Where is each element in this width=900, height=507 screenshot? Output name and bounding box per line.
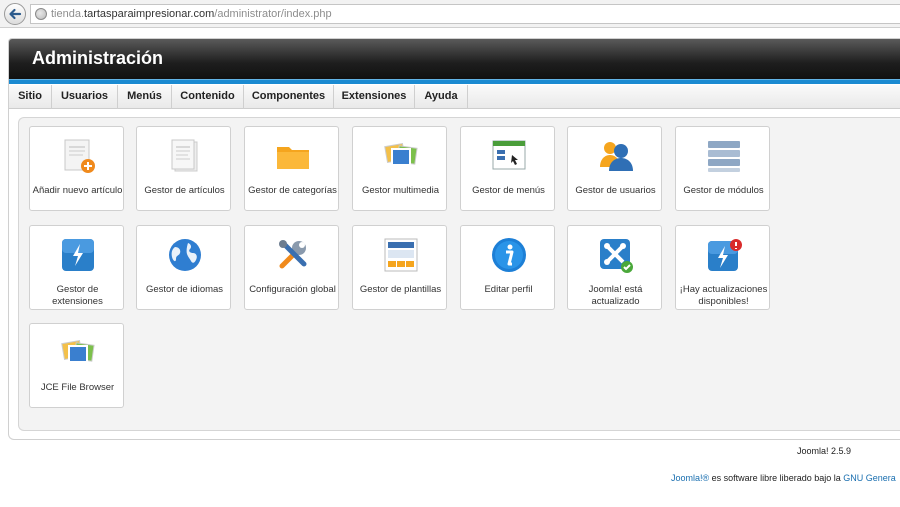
- extensions-icon: [62, 239, 94, 271]
- tile-label: JCE File Browser: [40, 382, 115, 393]
- quickicons-panel: Añadir nuevo artículo Gestor de artículo…: [18, 117, 900, 431]
- tile-language-manager[interactable]: Gestor de idiomas: [136, 225, 231, 310]
- tile-edit-profile[interactable]: Editar perfil: [460, 225, 555, 310]
- tile-media-manager[interactable]: Gestor multimedia: [352, 126, 447, 211]
- address-bar[interactable]: tienda.tartasparaimpresionar.com/adminis…: [30, 4, 900, 24]
- page-title: Administración: [32, 48, 164, 68]
- add-article-icon: [64, 139, 95, 173]
- joomla-link[interactable]: Joomla!®: [671, 473, 709, 483]
- tile-jce-file-browser[interactable]: JCE File Browser: [29, 323, 124, 408]
- site-globe-icon: [35, 8, 47, 20]
- tile-label: Configuración global: [249, 284, 336, 295]
- tile-add-article[interactable]: Añadir nuevo artículo: [29, 126, 124, 211]
- media-icon: [384, 142, 418, 166]
- tile-label: Editar perfil: [484, 284, 533, 295]
- menu-contenido[interactable]: Contenido: [172, 85, 244, 109]
- menu-menus[interactable]: Menús: [118, 85, 172, 109]
- templates-icon: [384, 238, 418, 272]
- tile-menu-manager[interactable]: Gestor de menús: [460, 126, 555, 211]
- tile-label: Gestor de categorías: [248, 185, 337, 196]
- tile-joomla-status[interactable]: Joomla! está actualizado: [567, 225, 662, 310]
- tile-extension-manager[interactable]: Gestor de extensiones: [29, 225, 124, 310]
- tile-label: Gestor de módulos: [683, 185, 764, 196]
- joomla-version: Joomla! 2.5.9: [797, 446, 852, 456]
- tile-template-manager[interactable]: Gestor de plantillas: [352, 225, 447, 310]
- update-alert-icon: [708, 239, 742, 271]
- globe-icon: [169, 239, 201, 271]
- license-text: es software libre liberado bajo la: [709, 473, 844, 483]
- tile-label: Gestor de extensiones: [52, 284, 103, 307]
- tile-module-manager[interactable]: Gestor de módulos: [675, 126, 770, 211]
- tile-label: Gestor multimedia: [361, 185, 440, 196]
- tile-label: Gestor de usuarios: [575, 185, 656, 196]
- modules-icon: [708, 141, 740, 172]
- tile-article-manager[interactable]: Gestor de artículos: [136, 126, 231, 211]
- tile-category-manager[interactable]: Gestor de categorías: [244, 126, 339, 211]
- tile-label: ¡Hay actualizaciones disponibles!: [679, 284, 768, 307]
- tools-icon: [279, 240, 307, 269]
- back-button[interactable]: [4, 3, 26, 25]
- header-accent-strip: [9, 79, 900, 84]
- joomla-check-icon: [600, 239, 633, 273]
- info-icon: [492, 238, 526, 272]
- main-menu: Sitio Usuarios Menús Contenido Component…: [9, 85, 900, 109]
- back-arrow-icon: [9, 8, 22, 20]
- tile-user-manager[interactable]: Gestor de usuarios: [567, 126, 662, 211]
- admin-header: Administración: [9, 39, 900, 79]
- users-icon: [600, 142, 633, 171]
- tile-label: Joomla! está actualizado: [588, 284, 643, 307]
- license-note: Joomla!® es software libre liberado bajo…: [671, 473, 896, 483]
- tile-label: Gestor de artículos: [144, 185, 225, 196]
- admin-page: Administración Sitio Usuarios Menús Cont…: [8, 38, 900, 440]
- article-manager-icon: [171, 139, 198, 172]
- tile-label: Gestor de plantillas: [359, 284, 442, 295]
- tile-updates-available[interactable]: ¡Hay actualizaciones disponibles!: [675, 225, 770, 310]
- file-browser-icon: [61, 339, 95, 363]
- tile-label: Gestor de menús: [472, 185, 545, 196]
- browser-toolbar: tienda.tartasparaimpresionar.com/adminis…: [0, 0, 900, 28]
- tile-label: Gestor de idiomas: [145, 284, 224, 295]
- menu-manager-icon: [492, 140, 526, 170]
- menu-componentes[interactable]: Componentes: [244, 85, 334, 109]
- menu-extensiones[interactable]: Extensiones: [334, 85, 415, 109]
- tile-label: Añadir nuevo artículo: [32, 185, 123, 196]
- gpl-link[interactable]: GNU Genera: [843, 473, 896, 483]
- menu-sitio[interactable]: Sitio: [9, 85, 52, 109]
- tile-global-config[interactable]: Configuración global: [244, 225, 339, 310]
- url-text: tienda.tartasparaimpresionar.com/adminis…: [51, 8, 332, 20]
- menu-usuarios[interactable]: Usuarios: [52, 85, 118, 109]
- menu-ayuda[interactable]: Ayuda: [415, 85, 468, 109]
- folder-icon: [277, 147, 309, 169]
